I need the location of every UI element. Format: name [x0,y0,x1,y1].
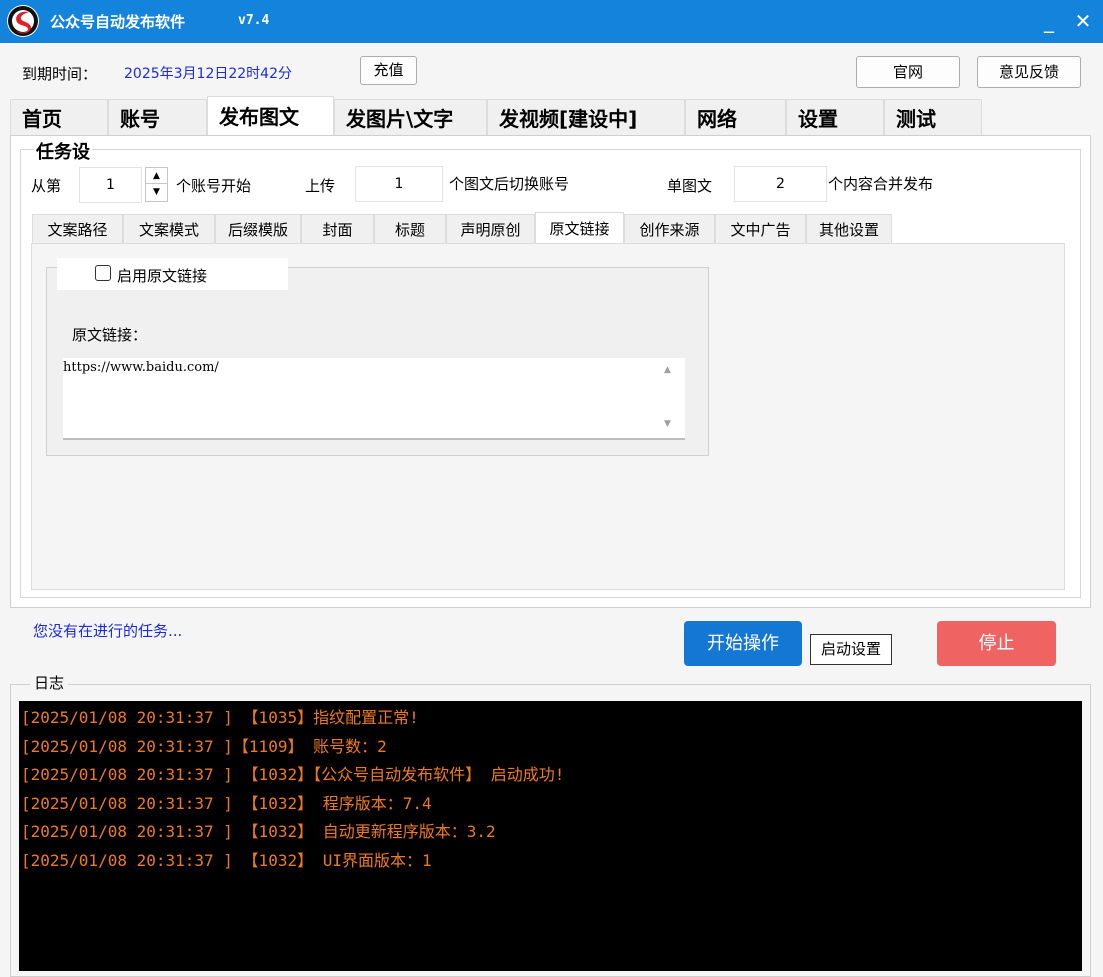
start-account-input[interactable]: 1 [79,167,142,203]
tab-home[interactable]: 首页 [10,99,108,136]
original-link-url-value: https://www.baidu.com/ [63,360,219,375]
app-version: v7.4 [238,13,270,28]
scroll-down-icon[interactable]: ▼ [664,419,671,429]
start-button[interactable]: 开始操作 [684,621,802,666]
log-line: [2025/01/08 20:31:37 ] 【1032】 UI界面版本：1 [21,850,432,870]
launch-settings-button[interactable]: 启动设置 [810,634,892,665]
log-line: [2025/01/08 20:31:37 ]【1109】 账号数：2 [21,736,387,756]
enable-original-link-checkbox[interactable] [95,265,111,281]
subtab-copy-mode[interactable]: 文案模式 [123,214,215,244]
task-status-text: 您没有在进行的任务... [33,622,183,640]
expire-value: 2025年3月12日22时42分 [124,66,292,82]
subtab-original-link[interactable]: 原文链接 [535,212,624,244]
close-icon: ✕ [1074,9,1092,33]
task-settings-legend: 任务设 [34,138,92,164]
subtab-other-settings[interactable]: 其他设置 [806,214,892,244]
website-button[interactable]: 官网 [856,56,960,88]
subtab-title[interactable]: 标题 [374,214,446,244]
tab-publish-image-text[interactable]: 发图片\文字 [334,99,487,136]
app-title: 公众号自动发布软件 [50,13,186,31]
merge-publish-suffix: 个内容合并发布 [828,175,934,193]
log-output[interactable]: [2025/01/08 20:31:37 ] 【1035】指纹配置正常! [20… [19,701,1082,971]
start-account-stepper[interactable]: ▲ ▼ [145,167,168,202]
tab-test[interactable]: 测试 [884,99,982,136]
merge-count-input[interactable]: 2 [734,166,827,202]
log-line: [2025/01/08 20:31:37 ] 【1032】 自动更新程序版本：3… [21,822,496,841]
from-label: 从第 [31,177,62,195]
original-link-url-input[interactable]: https://www.baidu.com/ ▲ ▼ [63,358,685,440]
close-button[interactable]: ✕ [1066,4,1100,38]
switch-account-suffix: 个图文后切换账号 [449,175,570,193]
expire-label: 到期时间： [22,65,98,83]
enable-original-link-label[interactable]: 启用原文链接 [117,265,207,286]
tab-publish-article[interactable]: 发布图文 [207,96,334,136]
main-window: 到期时间： 2025年3月12日22时42分 充值 官网 意见反馈 首页 账号 … [0,43,1103,977]
log-line: [2025/01/08 20:31:37 ] 【1032】【公众号自动发布软件】… [21,765,565,784]
log-line: [2025/01/08 20:31:37 ] 【1035】指纹配置正常! [21,708,419,727]
main-tab-bar: 首页 账号 发布图文 发图片\文字 发视频[建设中] 网络 设置 测试 [10,96,982,136]
feedback-button[interactable]: 意见反馈 [977,56,1081,88]
spin-down-icon[interactable]: ▼ [146,184,167,200]
tab-account[interactable]: 账号 [108,99,207,136]
tab-settings[interactable]: 设置 [786,99,884,136]
spin-up-icon[interactable]: ▲ [146,168,167,184]
minimize-icon: _ [1044,9,1054,33]
recharge-button[interactable]: 充值 [360,56,417,85]
log-title: 日志 [30,672,69,693]
scroll-up-icon[interactable]: ▲ [664,365,671,375]
original-link-url-label: 原文链接： [72,326,148,344]
stop-button[interactable]: 停止 [937,621,1056,666]
upload-count-input[interactable]: 1 [355,166,443,202]
sub-tab-bar: 文案路径 文案模式 后缀模版 封面 标题 声明原创 原文链接 创作来源 文中广告… [32,212,892,244]
tab-publish-video[interactable]: 发视频[建设中] [487,99,685,136]
subtab-suffix-template[interactable]: 后缀模版 [215,214,301,244]
subtab-copy-path[interactable]: 文案路径 [32,214,123,244]
app-logo-icon [7,5,39,37]
tab-network[interactable]: 网络 [685,99,786,136]
start-account-suffix: 个账号开始 [176,177,252,195]
title-bar: 公众号自动发布软件 v7.4 _ ✕ [0,0,1103,43]
subtab-creation-source[interactable]: 创作来源 [624,214,715,244]
subtab-declare-original[interactable]: 声明原创 [446,214,535,244]
single-article-label: 单图文 [667,177,713,195]
minimize-button[interactable]: _ [1032,4,1066,38]
subtab-inline-ads[interactable]: 文中广告 [715,214,806,244]
subtab-cover[interactable]: 封面 [301,214,374,244]
upload-label: 上传 [305,177,336,195]
log-line: [2025/01/08 20:31:37 ] 【1032】 程序版本：7.4 [21,793,432,813]
